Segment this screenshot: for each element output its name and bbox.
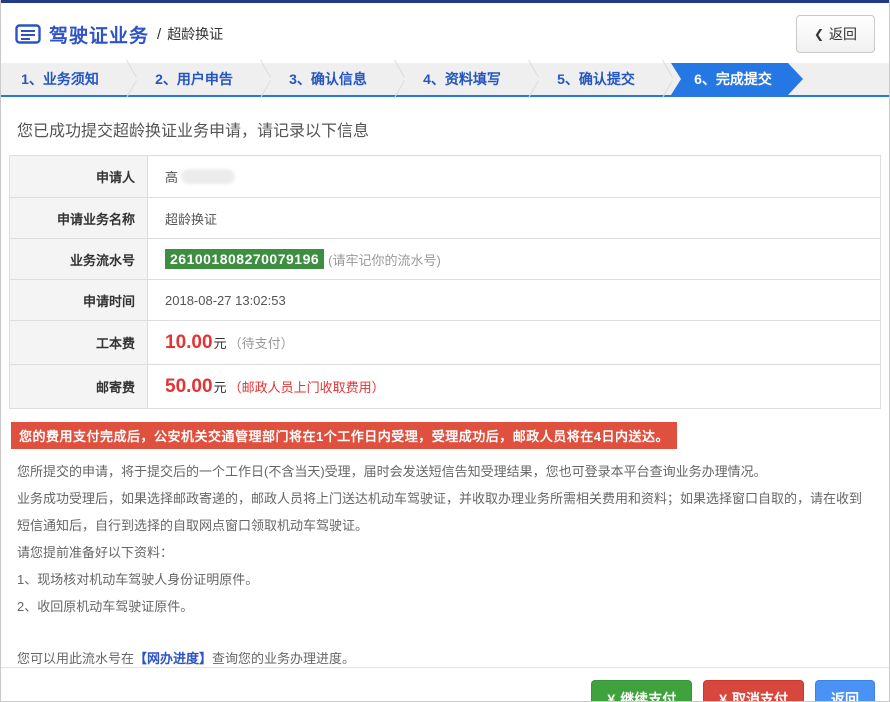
fee-unit: 元 — [214, 377, 227, 396]
license-card-icon — [15, 23, 41, 45]
serial-number-note: (请牢记你的流水号) — [328, 250, 441, 269]
row-value: 2018-08-27 13:02:53 — [148, 280, 880, 320]
material-list-item: 2、收回原机动车驾驶证原件。 — [17, 593, 873, 620]
table-row-apply-time: 申请时间 2018-08-27 13:02:53 — [10, 279, 880, 320]
serial-number-badge: 261001808270079196 — [165, 249, 324, 269]
back-button-label: 返回 — [829, 24, 857, 44]
step-progress-bar: 1、业务须知 2、用户申告 3、确认信息 4、资料填写 5、确认提交 6、完成提… — [1, 63, 889, 97]
row-value: 50.00 元 （邮政人员上门收取费用） — [148, 365, 880, 408]
postage-fee-note: （邮政人员上门收取费用） — [229, 377, 385, 396]
notice-banner: 您的费用支付完成后，公安机关交通管理部门将在1个工作日内受理，受理成功后，邮政人… — [11, 422, 677, 449]
step-3-confirm-info: 3、确认信息 — [269, 63, 387, 95]
page-header: 驾驶证业务 / 超龄换证 ❮ 返回 — [1, 3, 889, 63]
production-fee-amount: 10.00 — [165, 332, 213, 354]
row-value: 高 — [148, 156, 880, 197]
page-title: 驾驶证业务 — [49, 21, 149, 48]
table-row-serial-number: 业务流水号 261001808270079196 (请牢记你的流水号) — [10, 238, 880, 279]
table-row-business-name: 申请业务名称 超龄换证 — [10, 197, 880, 238]
step-1-business-notice: 1、业务须知 — [1, 63, 119, 95]
step-2-user-declaration: 2、用户申告 — [135, 63, 253, 95]
instructions: 您所提交的申请，将于提交后的一个工作日(不含当天)受理，届时会发送短信告知受理结… — [1, 451, 889, 620]
production-fee-status: （待支付） — [229, 333, 294, 352]
notice-banner-wrap: 您的费用支付完成后，公安机关交通管理部门将在1个工作日内受理，受理成功后，邮政人… — [1, 409, 889, 451]
info-table: 申请人 高 申请业务名称 超龄换证 业务流水号 2610018082700791… — [9, 155, 881, 409]
yuan-icon: ¥ — [607, 691, 615, 702]
fee-unit: 元 — [214, 333, 227, 352]
row-value: 10.00 元 （待支付） — [148, 321, 880, 364]
applicant-name-redacted — [181, 169, 235, 184]
footer-back-label: 返回 — [831, 689, 859, 702]
instruction-paragraph: 业务成功受理后，如果选择邮政寄递的，邮政人员将上门送达机动车驾驶证，并收取办理业… — [17, 485, 873, 539]
material-list-item: 1、现场核对机动车驾驶人身份证明原件。 — [17, 566, 873, 593]
step-separator-icon — [387, 63, 403, 95]
progress-note: 您可以用此流水号在【网办进度】查询您的业务办理进度。 — [1, 620, 889, 667]
applicant-name: 高 — [165, 167, 178, 186]
chevron-left-icon: ❮ — [814, 27, 824, 41]
footer-actions: ¥ 继续支付 ¥ 取消支付 返回 — [1, 667, 889, 702]
progress-note-prefix: 您可以用此流水号在 — [17, 651, 134, 666]
instruction-paragraph: 您所提交的申请，将于提交后的一个工作日(不含当天)受理，届时会发送短信告知受理结… — [17, 458, 873, 485]
continue-pay-label: 继续支付 — [620, 689, 676, 702]
step-separator-icon — [521, 63, 537, 95]
table-row-postage-fee: 邮寄费 50.00 元 （邮政人员上门收取费用） — [10, 364, 880, 408]
breadcrumb-current: 超龄换证 — [167, 24, 223, 44]
cancel-pay-label: 取消支付 — [732, 689, 788, 702]
row-label: 申请时间 — [10, 280, 148, 320]
row-label: 申请业务名称 — [10, 198, 148, 238]
step-5-confirm-submit: 5、确认提交 — [537, 63, 655, 95]
breadcrumb: 驾驶证业务 / 超龄换证 — [15, 21, 223, 48]
continue-pay-button[interactable]: ¥ 继续支付 — [591, 680, 692, 702]
page-container: 驾驶证业务 / 超龄换证 ❮ 返回 1、业务须知 2、用户申告 3、确认信息 4… — [0, 0, 890, 702]
step-4-fill-data: 4、资料填写 — [403, 63, 521, 95]
step-separator-icon — [253, 63, 269, 95]
footer-back-button[interactable]: 返回 — [815, 680, 875, 702]
step-separator-icon — [119, 63, 135, 95]
step-6-complete-submit-active: 6、完成提交 — [671, 63, 803, 95]
progress-note-suffix: 查询您的业务办理进度。 — [212, 651, 355, 666]
success-message: 您已成功提交超龄换证业务申请，请记录以下信息 — [1, 97, 889, 153]
online-progress-link[interactable]: 【网办进度】 — [134, 651, 212, 666]
postage-fee-amount: 50.00 — [165, 376, 213, 398]
row-label: 申请人 — [10, 156, 148, 197]
breadcrumb-separator: / — [157, 26, 161, 43]
cancel-pay-button[interactable]: ¥ 取消支付 — [703, 680, 804, 702]
step-bar-filler — [803, 63, 889, 95]
yuan-icon: ¥ — [719, 691, 727, 702]
step-separator-icon — [655, 63, 671, 95]
table-row-production-fee: 工本费 10.00 元 （待支付） — [10, 320, 880, 364]
table-row-applicant: 申请人 高 — [10, 156, 880, 197]
row-label: 工本费 — [10, 321, 148, 364]
row-label: 邮寄费 — [10, 365, 148, 408]
instruction-paragraph: 请您提前准备好以下资料： — [17, 539, 873, 566]
back-button[interactable]: ❮ 返回 — [796, 15, 875, 53]
row-label: 业务流水号 — [10, 239, 148, 279]
row-value: 超龄换证 — [148, 198, 880, 238]
row-value: 261001808270079196 (请牢记你的流水号) — [148, 239, 880, 279]
